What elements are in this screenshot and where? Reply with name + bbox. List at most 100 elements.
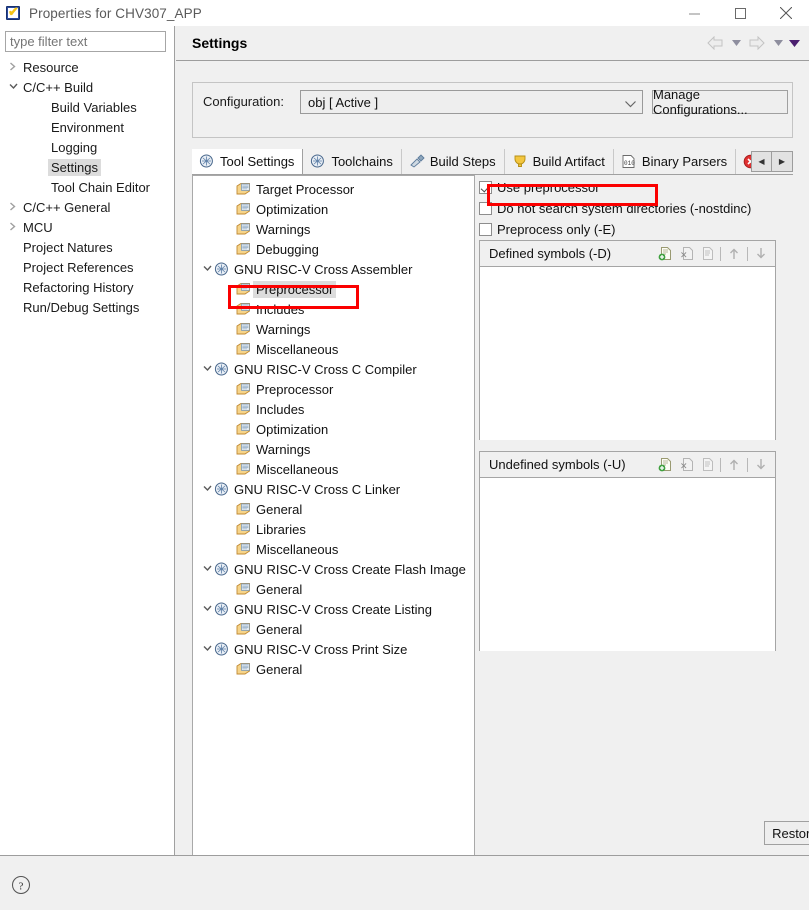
tool-tree-item-label: GNU RISC-V Cross Create Flash Image: [234, 561, 466, 577]
sidebar-item-project-natures[interactable]: Project Natures: [0, 237, 175, 257]
sidebar-item-environment[interactable]: Environment: [0, 117, 175, 137]
close-icon[interactable]: [763, 0, 809, 26]
settings-tree: Resource C/C++ Build Build Variables Enviro…: [0, 57, 175, 317]
restore-defaults-button[interactable]: Restore Defaults: [764, 821, 809, 845]
tool-options-panel: Use preprocessor Do not search system dir…: [479, 175, 793, 862]
tool-tree-item-includes[interactable]: Includes: [193, 299, 474, 319]
sidebar-item-refactoring-history[interactable]: Refactoring History: [0, 277, 175, 297]
tool-tree-item-general[interactable]: General: [193, 619, 474, 639]
back-arrow-icon[interactable]: [703, 32, 727, 54]
sidebar-item-c-c-build[interactable]: C/C++ Build: [0, 77, 175, 97]
forward-arrow-icon[interactable]: [745, 32, 769, 54]
checkbox-do-not-search-system-directories-nostdinc[interactable]: Do not search system directories (-nostd…: [479, 199, 793, 218]
tool-tree-item-miscellaneous[interactable]: Miscellaneous: [193, 539, 474, 559]
chevron-down-icon[interactable]: [201, 564, 214, 574]
move-up-icon[interactable]: [725, 245, 743, 263]
undefined-symbols-group: Undefined symbols (-U) ✕: [479, 451, 776, 651]
tool-tree-item-optimization[interactable]: Optimization: [193, 419, 474, 439]
sidebar-item-logging[interactable]: Logging: [0, 137, 175, 157]
move-down-icon[interactable]: [752, 456, 770, 474]
configuration-select[interactable]: obj [ Active ]: [300, 90, 643, 114]
chevron-down-icon[interactable]: [201, 364, 214, 374]
chevron-down-icon[interactable]: [6, 82, 20, 92]
tool-tree-item-warnings[interactable]: Warnings: [193, 219, 474, 239]
tool-tree-item-miscellaneous[interactable]: Miscellaneous: [193, 339, 474, 359]
tool-tree-item-optimization[interactable]: Optimization: [193, 199, 474, 219]
edit-icon[interactable]: [698, 245, 716, 263]
tab-toolchains[interactable]: Toolchains: [303, 149, 402, 174]
tool-tree-item-libraries[interactable]: Libraries: [193, 519, 474, 539]
tool-tree-item-gnu-risc-v-cross-assembler[interactable]: GNU RISC-V Cross Assembler: [193, 259, 474, 279]
settings-page-icon: [236, 242, 253, 256]
tool-tree-item-preprocessor[interactable]: Preprocessor: [193, 279, 474, 299]
sidebar-item-resource[interactable]: Resource: [0, 57, 175, 77]
tool-tree-item-preprocessor[interactable]: Preprocessor: [193, 379, 474, 399]
delete-icon[interactable]: ✕: [677, 456, 695, 474]
tool-tree-item-target-processor[interactable]: Target Processor: [193, 179, 474, 199]
tool-tree-item-general[interactable]: General: [193, 499, 474, 519]
settings-page-icon: [236, 622, 253, 636]
tool-tree-panel[interactable]: Target Processor Optimization Warnings Debu…: [192, 175, 475, 862]
checkbox-indicator[interactable]: [479, 202, 492, 215]
filter-input[interactable]: [5, 31, 166, 52]
chevron-right-icon[interactable]: [6, 201, 20, 213]
add-icon[interactable]: [656, 245, 674, 263]
checkbox-preprocess-only-e[interactable]: Preprocess only (-E): [479, 220, 793, 239]
sidebar-item-run-debug-settings[interactable]: Run/Debug Settings: [0, 297, 175, 317]
tool-tree-item-gnu-risc-v-cross-print-size[interactable]: GNU RISC-V Cross Print Size: [193, 639, 474, 659]
checkbox-use-preprocessor[interactable]: Use preprocessor: [479, 178, 793, 197]
scroll-right-icon[interactable]: ▶: [772, 151, 793, 172]
help-icon[interactable]: ?: [11, 875, 31, 895]
checkbox-indicator[interactable]: [479, 223, 492, 236]
tool-tree-item-miscellaneous[interactable]: Miscellaneous: [193, 459, 474, 479]
sidebar-item-c-c-general[interactable]: C/C++ General: [0, 197, 175, 217]
sidebar-item-tool-chain-editor[interactable]: Tool Chain Editor: [0, 177, 175, 197]
undefined-symbols-list[interactable]: [480, 478, 775, 651]
settings-tabs: Tool Settings Toolchains Build Steps Build …: [192, 149, 793, 175]
tool-tree-item-general[interactable]: General: [193, 579, 474, 599]
tool-tree-item-warnings[interactable]: Warnings: [193, 439, 474, 459]
tab-err[interactable]: Err: [736, 149, 751, 174]
delete-icon[interactable]: ✕: [677, 245, 695, 263]
tool-tree-item-gnu-risc-v-cross-c-linker[interactable]: GNU RISC-V Cross C Linker: [193, 479, 474, 499]
tool-tree-item-gnu-risc-v-cross-c-compiler[interactable]: GNU RISC-V Cross C Compiler: [193, 359, 474, 379]
move-down-icon[interactable]: [752, 245, 770, 263]
scroll-left-icon[interactable]: ◀: [751, 151, 772, 172]
sidebar-item-build-variables[interactable]: Build Variables: [0, 97, 175, 117]
sidebar-item-project-references[interactable]: Project References: [0, 257, 175, 277]
add-icon[interactable]: [656, 456, 674, 474]
sidebar-item-settings[interactable]: Settings: [0, 157, 175, 177]
chevron-down-icon[interactable]: [201, 264, 214, 274]
tab-build-artifact[interactable]: Build Artifact: [504, 149, 614, 174]
chevron-down-icon[interactable]: [201, 484, 214, 494]
tool-tree-item-general[interactable]: General: [193, 659, 474, 679]
forward-dropdown-chevron-down-icon[interactable]: [771, 32, 785, 54]
defined-symbols-list[interactable]: [480, 267, 775, 440]
back-dropdown-chevron-down-icon[interactable]: [729, 32, 743, 54]
sidebar-item-mcu[interactable]: MCU: [0, 217, 175, 237]
chevron-right-icon[interactable]: [6, 61, 20, 73]
tool-tree-item-warnings[interactable]: Warnings: [193, 319, 474, 339]
chevron-down-icon[interactable]: [201, 644, 214, 654]
chevron-right-icon[interactable]: [6, 221, 20, 233]
tab-scroll-controls: ◀ ▶: [751, 151, 793, 172]
view-menu-icon[interactable]: [787, 32, 801, 54]
tool-tree-item-debugging[interactable]: Debugging: [193, 239, 474, 259]
checkbox-indicator[interactable]: [479, 181, 492, 194]
tool-tree-item-includes[interactable]: Includes: [193, 399, 474, 419]
tool-tree-item-gnu-risc-v-cross-create-flash-image[interactable]: GNU RISC-V Cross Create Flash Image: [193, 559, 474, 579]
settings-page-icon: [236, 422, 253, 436]
checkbox-label: Preprocess only (-E): [497, 222, 616, 237]
minimize-icon[interactable]: [671, 0, 717, 26]
move-up-icon[interactable]: [725, 456, 743, 474]
manage-configurations-button[interactable]: Manage Configurations...: [652, 87, 788, 117]
defined-symbols-title: Defined symbols (-D): [489, 246, 612, 261]
chevron-down-icon[interactable]: [201, 604, 214, 614]
tab-build-steps[interactable]: Build Steps: [401, 149, 505, 174]
edit-icon[interactable]: [698, 456, 716, 474]
configuration-value: obj [ Active ]: [308, 94, 379, 110]
tab-tool-settings[interactable]: Tool Settings: [192, 149, 304, 174]
tool-tree-item-gnu-risc-v-cross-create-listing[interactable]: GNU RISC-V Cross Create Listing: [193, 599, 474, 619]
maximize-icon[interactable]: [717, 0, 763, 26]
tab-binary-parsers[interactable]: 010 Binary Parsers: [613, 149, 737, 174]
